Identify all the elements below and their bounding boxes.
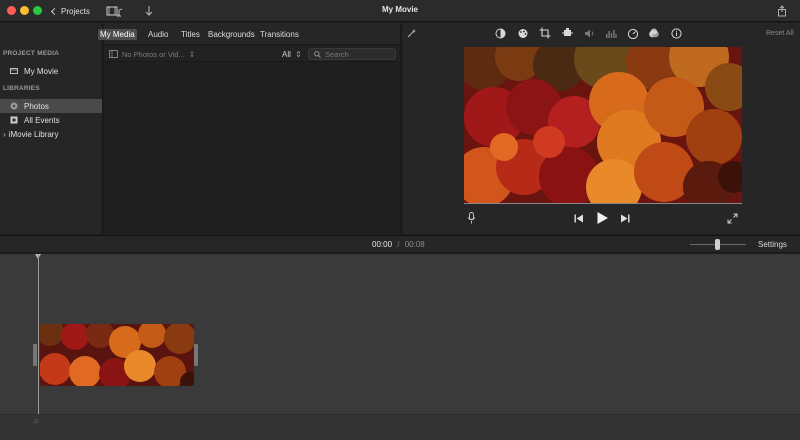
import-icon[interactable]	[144, 4, 154, 18]
skip-forward-icon[interactable]	[620, 214, 630, 225]
share-icon[interactable]	[777, 4, 787, 18]
timeline-toolbar: 00:00 / 00:08 Settings	[0, 235, 800, 253]
sidebar-item-label: My Movie	[24, 66, 59, 76]
tab-audio[interactable]: Audio	[146, 29, 170, 40]
timeline-area[interactable]: ♫	[0, 254, 800, 440]
sidebar-item-photos[interactable]: Photos	[0, 99, 102, 113]
sidebar-item-label: All Events	[24, 115, 60, 125]
chevron-left-icon	[50, 7, 59, 15]
timecode-separator: /	[397, 240, 400, 249]
tab-my-media[interactable]: My Media	[98, 29, 137, 40]
volume-icon[interactable]	[584, 28, 596, 41]
media-scope-dropdown[interactable]: No Photos or Vid... ⇕	[122, 50, 195, 59]
audio-lane[interactable]: ♫	[0, 415, 800, 440]
media-grid-empty	[104, 63, 400, 234]
sidebar-item-label: iMovie Library	[8, 129, 59, 139]
film-icon	[10, 67, 18, 75]
current-time: 00:00	[372, 240, 393, 249]
play-icon[interactable]	[596, 211, 609, 227]
close-window-button[interactable]	[7, 6, 16, 15]
libraries-sidebar: PROJECT MEDIA My Movie LIBRARIES Photos …	[0, 23, 103, 234]
disclosure-chevron-icon[interactable]: ›	[3, 130, 6, 139]
reset-all-button[interactable]: Reset All	[766, 30, 794, 37]
crop-icon[interactable]	[539, 27, 551, 41]
speed-icon[interactable]	[627, 28, 639, 41]
viewer-scrubber-track[interactable]	[464, 203, 742, 204]
color-correction-icon[interactable]	[517, 28, 529, 41]
media-filter-dropdown[interactable]: All ⇕	[282, 50, 302, 59]
tab-titles[interactable]: Titles	[179, 29, 202, 40]
clip-thumbnail	[40, 324, 194, 386]
media-tabs: My Media Audio Titles Backgrounds Transi…	[98, 23, 400, 45]
zoom-window-button[interactable]	[33, 6, 42, 15]
color-balance-icon[interactable]	[495, 28, 506, 41]
media-browser: My Media Audio Titles Backgrounds Transi…	[98, 23, 400, 234]
skip-back-icon[interactable]	[574, 214, 584, 225]
media-browser-toggle-icon[interactable]	[106, 4, 124, 18]
stabilization-icon[interactable]	[562, 27, 573, 41]
sidebar-item-imovie-library[interactable]: › iMovie Library	[0, 127, 102, 141]
photos-icon	[10, 102, 18, 110]
sidebar-toggle-icon[interactable]	[109, 50, 118, 60]
event-icon	[10, 116, 18, 124]
updown-chevron-icon: ⇕	[295, 50, 302, 59]
projects-label: Projects	[61, 6, 90, 16]
minimize-window-button[interactable]	[20, 6, 29, 15]
tab-backgrounds[interactable]: Backgrounds	[206, 29, 257, 40]
updown-chevron-icon: ⇕	[188, 50, 196, 59]
total-time: 00:08	[404, 240, 425, 249]
projects-button[interactable]: Projects	[50, 4, 90, 18]
fullscreen-icon[interactable]	[727, 213, 738, 226]
sidebar-item-label: Photos	[24, 101, 49, 111]
noise-reduction-icon[interactable]	[605, 28, 617, 41]
autumn-forest-image	[464, 47, 742, 203]
search-field[interactable]: Search	[308, 48, 396, 60]
tab-transitions[interactable]: Transitions	[258, 29, 301, 40]
timeline-video-clip[interactable]	[40, 324, 194, 386]
media-filter-value: All	[282, 50, 291, 59]
video-preview	[464, 47, 742, 203]
playhead[interactable]	[38, 254, 39, 432]
viewer-panel: Reset All	[401, 23, 800, 234]
info-icon[interactable]	[671, 28, 682, 41]
sidebar-item-all-events[interactable]: All Events	[0, 113, 102, 127]
media-scope-label: No Photos or Vid...	[122, 50, 185, 59]
title-bar: Projects My Movie	[0, 0, 800, 22]
voiceover-microphone-icon[interactable]	[467, 212, 476, 226]
search-icon	[314, 50, 321, 58]
libraries-header: LIBRARIES	[3, 85, 40, 92]
timecode-display: 00:00 / 00:08	[372, 240, 425, 249]
zoom-slider-thumb[interactable]	[715, 239, 720, 250]
clip-filter-icon[interactable]	[648, 28, 660, 41]
search-placeholder: Search	[325, 49, 349, 59]
timeline-settings-button[interactable]: Settings	[758, 240, 787, 249]
music-note-icon: ♫	[33, 418, 39, 425]
project-media-header: PROJECT MEDIA	[3, 50, 60, 57]
clip-left-trim-handle[interactable]	[33, 344, 37, 366]
auto-enhance-icon[interactable]	[406, 28, 417, 41]
sidebar-item-my-movie[interactable]: My Movie	[0, 64, 102, 78]
clip-right-trim-handle[interactable]	[194, 344, 198, 366]
media-filter-bar: No Photos or Vid... ⇕ All ⇕ Search	[104, 46, 400, 62]
